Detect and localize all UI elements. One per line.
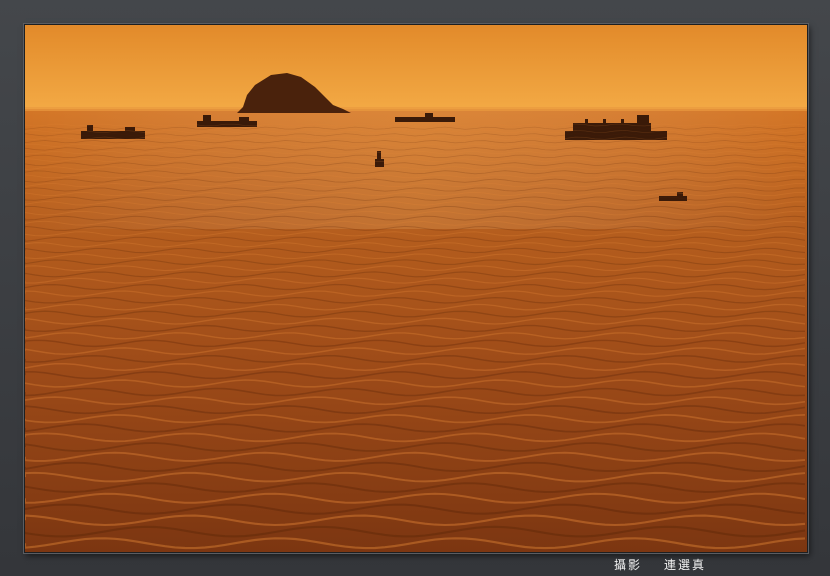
photo-frame: 攝影 連選真	[0, 0, 830, 576]
sunset-photo	[24, 24, 808, 553]
photo-caption: 攝影 連選真	[614, 556, 814, 574]
caption-author: 連選真	[664, 558, 707, 572]
caption-label: 攝影	[614, 558, 643, 572]
photo-canvas	[25, 25, 807, 552]
sky	[25, 25, 807, 111]
